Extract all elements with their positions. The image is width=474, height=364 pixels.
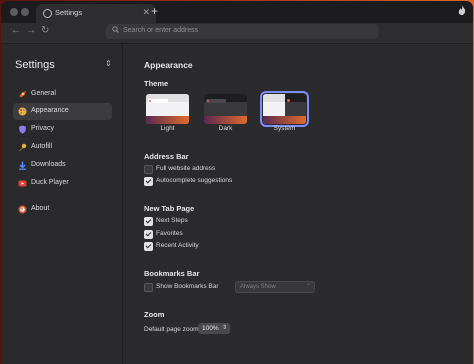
sidebar-item-duck-player[interactable]: Duck Player bbox=[13, 175, 112, 192]
checkbox-label: Autocomplete suggestions bbox=[156, 177, 233, 184]
default-zoom-label: Default page zoom bbox=[144, 326, 199, 333]
sidebar-item-appearance[interactable]: Appearance bbox=[13, 103, 112, 120]
sidebar-item-label: Downloads bbox=[31, 161, 66, 168]
theme-dark-option[interactable] bbox=[204, 94, 247, 124]
settings-sidebar: Settings ⇕ General Appearance Privacy Au… bbox=[1, 44, 122, 364]
download-icon bbox=[18, 161, 27, 170]
default-zoom-select[interactable]: 100% ⇕ bbox=[198, 323, 230, 334]
sidebar-item-privacy[interactable]: Privacy bbox=[13, 121, 112, 138]
new-tab-button[interactable]: + bbox=[151, 4, 158, 18]
bookmarks-bar-visibility-select[interactable]: Always Show ⌃ bbox=[235, 281, 315, 293]
tab-title: Settings bbox=[55, 8, 83, 17]
autocomplete-suggestions-checkbox[interactable] bbox=[144, 177, 153, 186]
select-value: 100% bbox=[202, 325, 219, 332]
checkbox-label: Favorites bbox=[156, 230, 183, 237]
sidebar-item-label: About bbox=[31, 205, 50, 212]
theme-system-option[interactable] bbox=[260, 91, 309, 127]
minimize-window-button[interactable] bbox=[21, 8, 29, 16]
tab-bar: Settings ✕ + bbox=[1, 1, 473, 23]
theme-system-label: System bbox=[273, 125, 296, 132]
close-window-button[interactable] bbox=[10, 8, 18, 16]
theme-heading: Theme bbox=[144, 79, 169, 88]
sidebar-item-autofill[interactable]: Autofill bbox=[13, 139, 112, 156]
new-tab-page-heading: New Tab Page bbox=[144, 204, 195, 213]
checkbox-label: Show Bookmarks Bar bbox=[156, 283, 219, 290]
full-website-address-checkbox[interactable] bbox=[144, 165, 153, 174]
sidebar-item-label: Duck Player bbox=[31, 179, 69, 186]
page-title: Appearance bbox=[144, 60, 193, 70]
checkbox-label: Recent Activity bbox=[156, 242, 199, 249]
close-tab-icon[interactable]: ✕ bbox=[142, 7, 150, 18]
sidebar-item-label: Appearance bbox=[31, 107, 69, 114]
key-icon bbox=[18, 143, 27, 152]
next-steps-checkbox[interactable] bbox=[144, 217, 153, 226]
sidebar-item-downloads[interactable]: Downloads bbox=[13, 157, 112, 174]
forward-button[interactable]: → bbox=[26, 25, 36, 36]
gear-icon bbox=[43, 9, 52, 18]
theme-light-option[interactable] bbox=[146, 94, 189, 124]
shield-icon bbox=[18, 125, 27, 134]
address-bar[interactable]: Search or enter address bbox=[106, 24, 378, 39]
sidebar-item-label: General bbox=[31, 90, 56, 97]
chevron-updown-icon: ⌃ bbox=[305, 284, 311, 290]
sidebar-title: Settings bbox=[15, 59, 55, 71]
bookmarks-bar-heading: Bookmarks Bar bbox=[144, 269, 200, 278]
search-icon bbox=[112, 26, 119, 35]
sidebar-item-label: Privacy bbox=[31, 125, 54, 132]
show-bookmarks-bar-option[interactable]: Show Bookmarks Bar Always Show ⌃ bbox=[144, 281, 324, 293]
zoom-heading: Zoom bbox=[144, 310, 165, 319]
navigation-bar: ← → ↻ Search or enter address bbox=[1, 23, 473, 43]
tab-settings[interactable]: Settings ✕ bbox=[36, 4, 156, 23]
recent-activity-checkbox[interactable] bbox=[144, 242, 153, 251]
palette-icon bbox=[18, 107, 27, 116]
address-bar-heading: Address Bar bbox=[144, 152, 189, 161]
reload-button[interactable]: ↻ bbox=[41, 25, 49, 36]
favorites-checkbox[interactable] bbox=[144, 230, 153, 239]
settings-content: Appearance Theme Light Dark System Addre… bbox=[123, 44, 473, 364]
duck-logo-icon bbox=[18, 205, 27, 214]
address-placeholder: Search or enter address bbox=[123, 27, 199, 34]
sidebar-item-label: Autofill bbox=[31, 143, 53, 150]
select-value: Always Show bbox=[240, 284, 276, 290]
theme-dark-label: Dark bbox=[218, 125, 233, 132]
checkbox-label: Full website address bbox=[156, 165, 216, 172]
show-bookmarks-bar-checkbox[interactable] bbox=[144, 283, 153, 292]
sidebar-item-about[interactable]: About bbox=[13, 201, 112, 218]
checkbox-label: Next Steps bbox=[156, 217, 188, 224]
sort-chevron-icon[interactable]: ⇕ bbox=[105, 59, 112, 68]
browser-window: Settings ✕ + ← → ↻ Search or enter addre… bbox=[1, 1, 473, 364]
sidebar-item-general[interactable]: General bbox=[13, 86, 112, 103]
fire-button-icon[interactable] bbox=[458, 5, 466, 18]
chevron-updown-icon: ⇕ bbox=[221, 325, 227, 331]
back-button[interactable]: ← bbox=[11, 25, 21, 36]
theme-light-label: Light bbox=[160, 125, 175, 132]
video-icon bbox=[18, 179, 27, 188]
rocket-icon bbox=[18, 90, 27, 99]
